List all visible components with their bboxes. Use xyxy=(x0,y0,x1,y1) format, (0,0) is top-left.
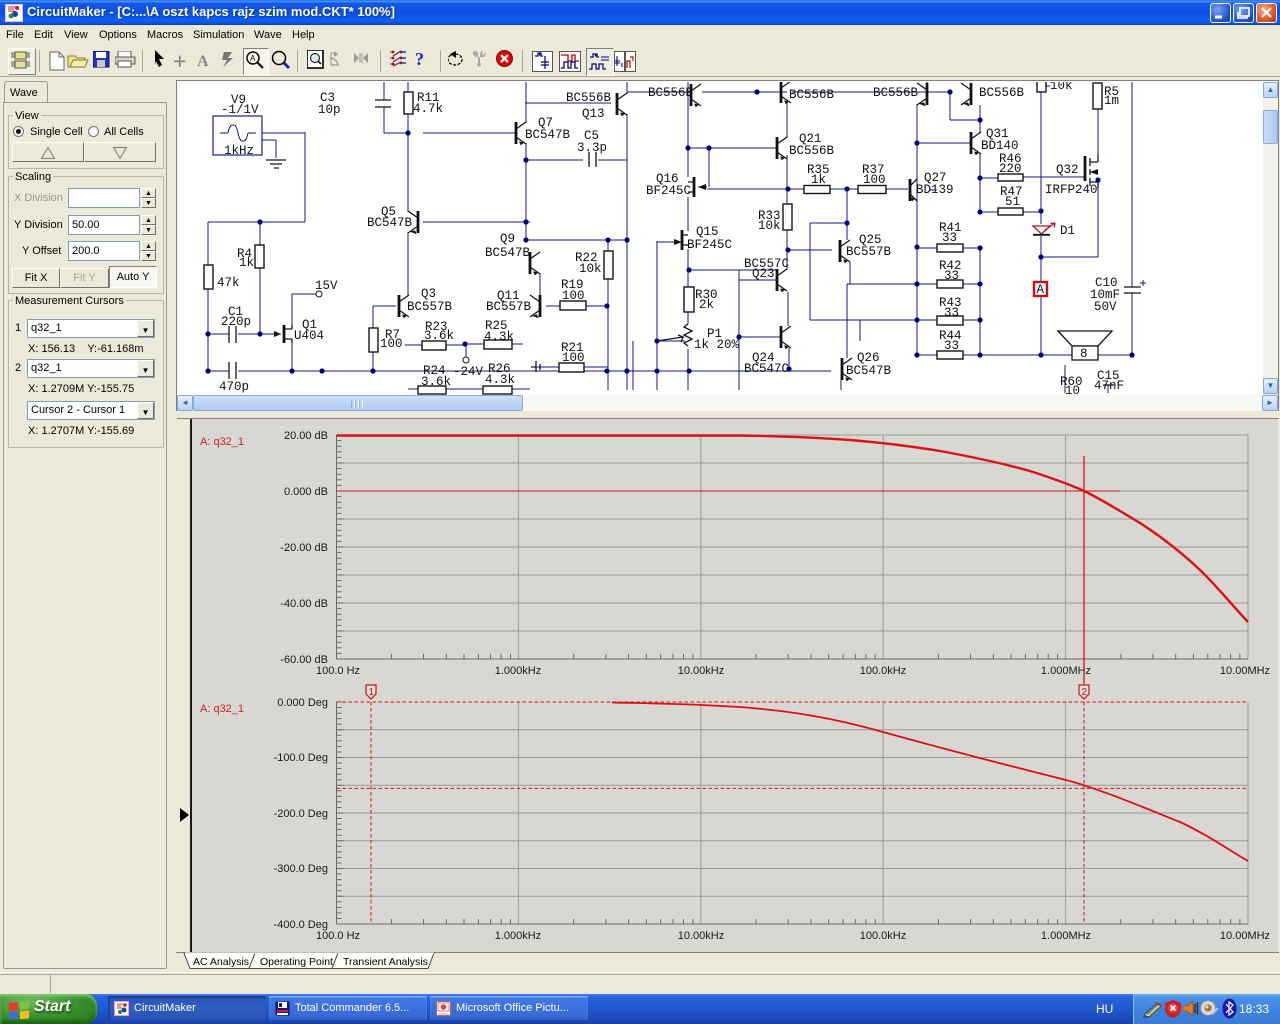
svg-text:A: A xyxy=(250,54,256,63)
svg-text:10.00kHz: 10.00kHz xyxy=(678,665,724,677)
svg-text:Q13: Q13 xyxy=(582,107,605,121)
svg-text:33: 33 xyxy=(944,269,959,283)
svg-text:Q9: Q9 xyxy=(500,232,515,246)
svg-text:Transient Analysis: Transient Analysis xyxy=(343,956,428,968)
svg-text:BC556B: BC556B xyxy=(789,88,835,102)
svg-text:33: 33 xyxy=(944,306,959,320)
svg-text:100: 100 xyxy=(380,337,403,351)
svg-text:3.6k: 3.6k xyxy=(424,329,454,343)
svg-text:1.000MHz: 1.000MHz xyxy=(1041,930,1091,942)
svg-text:A: q32_1: A: q32_1 xyxy=(200,703,244,715)
svg-text:Q15: Q15 xyxy=(696,225,719,239)
svg-text:100.0 Hz: 100.0 Hz xyxy=(316,930,360,942)
svg-text:BC557B: BC557B xyxy=(846,245,892,259)
svg-text:100: 100 xyxy=(863,173,886,187)
svg-text:4.7k: 4.7k xyxy=(413,102,443,116)
svg-text:-300.0 Deg: -300.0 Deg xyxy=(274,863,328,875)
svg-text:1.000kHz: 1.000kHz xyxy=(495,665,541,677)
svg-text:10p: 10p xyxy=(318,103,341,117)
svg-text:Q3: Q3 xyxy=(421,287,436,301)
svg-text:-20.00 dB: -20.00 dB xyxy=(280,542,328,554)
svg-text:BC557B: BC557B xyxy=(486,300,532,314)
svg-text:100.0kHz: 100.0kHz xyxy=(860,665,906,677)
svg-text:BC547B: BC547B xyxy=(367,216,413,230)
svg-text:1m: 1m xyxy=(1104,94,1119,108)
svg-text:47nF: 47nF xyxy=(1094,379,1124,393)
svg-text:0.000 Deg: 0.000 Deg xyxy=(277,697,328,709)
svg-text:220: 220 xyxy=(999,162,1022,176)
svg-text:1.000kHz: 1.000kHz xyxy=(495,930,541,942)
svg-text:BC547B: BC547B xyxy=(525,128,571,142)
svg-text:33: 33 xyxy=(944,339,959,353)
svg-text:-200.0 Deg: -200.0 Deg xyxy=(274,808,328,820)
svg-text:-24V: -24V xyxy=(453,365,484,379)
svg-text:10.00MHz: 10.00MHz xyxy=(1220,930,1270,942)
svg-text:Q23: Q23 xyxy=(752,267,775,281)
svg-text:100: 100 xyxy=(562,351,585,365)
svg-text:Q26: Q26 xyxy=(857,351,880,365)
svg-text:33: 33 xyxy=(942,231,957,245)
svg-text:BD140: BD140 xyxy=(981,139,1019,153)
svg-text:20.00 dB: 20.00 dB xyxy=(284,430,328,442)
svg-text:4.3k: 4.3k xyxy=(485,373,515,387)
svg-text:Operating Point: Operating Point xyxy=(260,956,333,968)
svg-text:100: 100 xyxy=(562,289,585,303)
svg-text:10k: 10k xyxy=(579,262,602,276)
svg-text:2: 2 xyxy=(1082,687,1088,698)
svg-text:10k: 10k xyxy=(1050,82,1073,93)
svg-text:-40.00 dB: -40.00 dB xyxy=(280,598,328,610)
svg-text:BC556B: BC556B xyxy=(873,86,919,100)
svg-text:10k: 10k xyxy=(758,219,781,233)
svg-text:10.00kHz: 10.00kHz xyxy=(678,930,724,942)
svg-text:1k 20%: 1k 20% xyxy=(694,338,740,352)
svg-text:47k: 47k xyxy=(217,276,240,290)
svg-text:15V: 15V xyxy=(315,279,338,293)
svg-text:51: 51 xyxy=(1005,195,1020,209)
svg-text:BF245C: BF245C xyxy=(687,238,732,252)
svg-text:BC556B: BC556B xyxy=(789,144,835,158)
svg-text:BC547B: BC547B xyxy=(485,246,531,260)
svg-text:470p: 470p xyxy=(219,380,249,394)
svg-text:A: A xyxy=(1037,283,1045,297)
svg-text:10.00MHz: 10.00MHz xyxy=(1220,665,1270,677)
svg-text:50V: 50V xyxy=(1094,300,1117,314)
svg-text:-1/1V: -1/1V xyxy=(221,103,259,117)
svg-text:100.0 Hz: 100.0 Hz xyxy=(316,665,360,677)
svg-text:8: 8 xyxy=(1080,347,1088,361)
svg-text:4.3k: 4.3k xyxy=(484,330,514,344)
svg-text:-100.0 Deg: -100.0 Deg xyxy=(274,752,328,764)
svg-text:BC556B: BC556B xyxy=(566,91,612,105)
svg-text:A: q32_1: A: q32_1 xyxy=(200,436,244,448)
svg-text:100.0kHz: 100.0kHz xyxy=(860,930,906,942)
svg-text:Q32: Q32 xyxy=(1056,163,1079,177)
svg-text:BF245C: BF245C xyxy=(646,184,691,198)
svg-text:U404: U404 xyxy=(294,329,324,343)
svg-text:BC547C: BC547C xyxy=(744,362,789,376)
svg-text:3.6k: 3.6k xyxy=(421,375,451,389)
svg-text:BC556B: BC556B xyxy=(648,86,694,100)
svg-text:BC557B: BC557B xyxy=(407,300,453,314)
svg-text:1: 1 xyxy=(369,687,375,698)
svg-text:1k: 1k xyxy=(239,256,254,270)
svg-text:10: 10 xyxy=(1065,384,1080,395)
svg-text:BC556B: BC556B xyxy=(979,86,1025,100)
svg-text:BD139: BD139 xyxy=(916,183,954,197)
svg-text:1kHz: 1kHz xyxy=(224,144,254,158)
svg-text:220p: 220p xyxy=(221,315,251,329)
svg-text:BC547B: BC547B xyxy=(846,364,892,378)
svg-text:3.3p: 3.3p xyxy=(577,141,607,155)
svg-text:1k: 1k xyxy=(811,173,826,187)
svg-text:IRFP240: IRFP240 xyxy=(1045,183,1098,197)
svg-text:0.000 dB: 0.000 dB xyxy=(284,486,328,498)
svg-text:2k: 2k xyxy=(699,298,714,312)
svg-text:D1: D1 xyxy=(1060,224,1075,238)
svg-text:AC Analysis: AC Analysis xyxy=(193,956,249,968)
